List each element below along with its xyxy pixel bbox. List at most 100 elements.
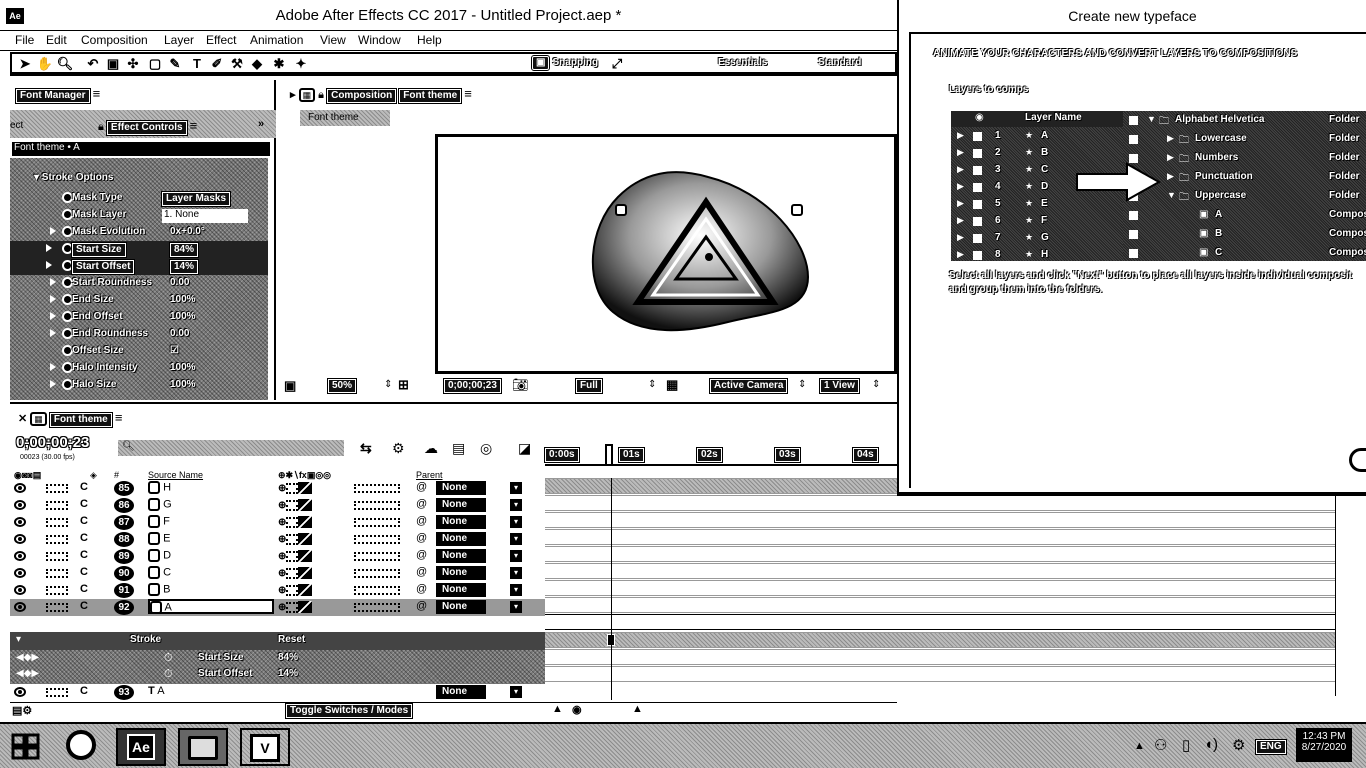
menu-view[interactable]: View (320, 33, 346, 47)
label-color-icon[interactable]: C (80, 515, 88, 527)
param-value[interactable]: 100% (170, 362, 196, 373)
dropdown-icon[interactable]: ▾ (510, 533, 522, 545)
layer-row[interactable]: C 87 F ⊕ @ None ▾ (10, 514, 545, 531)
parent-select[interactable]: None (436, 685, 486, 699)
effect-group-label[interactable]: ▾ Stroke Options (34, 172, 113, 183)
param-value[interactable]: 100% (170, 311, 196, 322)
snapshot-icon[interactable]: 📷︎ (512, 377, 529, 393)
tree-item[interactable]: ▼ 🗀 Alphabet Helvetica Folder (1123, 113, 1366, 130)
selection-tool-icon[interactable]: ➤ (16, 56, 34, 72)
zoom-in-icon[interactable]: ▲ (632, 703, 643, 715)
cortana-button[interactable] (56, 728, 106, 766)
transparency-grid-icon[interactable]: ▦ (666, 377, 678, 393)
solo-lock-icon[interactable] (46, 569, 68, 578)
expand-icon[interactable]: ▶ (957, 181, 964, 192)
after-effects-taskbar-button[interactable]: Ae (116, 728, 166, 766)
param-value[interactable]: 84% (168, 242, 200, 258)
layer-name[interactable]: T A (148, 685, 165, 697)
dropdown-icon[interactable]: ▾ (510, 516, 522, 528)
layer-mode-switches[interactable] (354, 484, 400, 493)
zoom-tool-icon[interactable]: 🔍︎ (56, 56, 74, 72)
expand-icon[interactable]: ▶ (957, 215, 964, 226)
tree-item[interactable]: ▣ A Compos (1123, 208, 1366, 225)
layer-switches[interactable]: ⊕ (278, 550, 324, 563)
visibility-eye-icon[interactable] (14, 551, 26, 561)
layer-mode-switches[interactable] (354, 501, 400, 510)
dropdown-icon[interactable]: ⇕ (798, 379, 806, 390)
start-offset-value[interactable]: 14% (278, 668, 298, 679)
label-color-icon[interactable]: C (80, 583, 88, 595)
parent-select[interactable]: None (436, 532, 486, 546)
toggle-switches-modes[interactable]: Toggle Switches / Modes (284, 703, 414, 719)
snapping-options-icon[interactable]: ⤢ (608, 56, 626, 72)
mask-layer-select[interactable]: 1. None (162, 209, 248, 223)
layer-switches[interactable]: ⊕ (278, 516, 324, 529)
visibility-eye-icon[interactable] (14, 602, 26, 612)
layer-switches-icon[interactable]: ▤⚙ (12, 704, 32, 717)
tree-checkbox[interactable] (1129, 230, 1138, 239)
layer-name[interactable]: A (148, 599, 274, 614)
dropdown-icon[interactable]: ▾ (510, 550, 522, 562)
panel-menu-icon[interactable]: ≡ (93, 86, 101, 101)
solo-lock-icon[interactable] (46, 518, 68, 527)
layer-switches[interactable]: ⊕ (278, 499, 324, 512)
tree-expand-icon[interactable]: ▼ (1147, 114, 1156, 124)
typeface-layer-row[interactable]: ▶ 8 ★ H (951, 248, 1123, 264)
panel-menu-icon[interactable]: ≡ (464, 86, 472, 101)
effect-controls-tab[interactable]: 🔒︎ Effect Controls ≡ (98, 118, 197, 136)
source-name-header[interactable]: Source Name (148, 470, 203, 480)
lock-icon[interactable]: 🔒︎ (98, 121, 104, 133)
layer-checkbox[interactable] (973, 132, 982, 141)
view-layout-select[interactable]: 1 View (819, 378, 860, 394)
menu-edit[interactable]: Edit (46, 33, 67, 47)
param-row[interactable]: Mask Evolution 0x+0.0° (10, 224, 268, 241)
parent-select[interactable]: None (436, 498, 486, 512)
parent-select[interactable]: None (436, 481, 486, 495)
timeline-tracks[interactable] (545, 478, 1335, 700)
layer-mode-switches[interactable] (354, 535, 400, 544)
time-ruler[interactable]: 0:00s 01s 02s 03s 04s (544, 444, 897, 466)
solo-lock-icon[interactable] (46, 501, 68, 510)
layer-search-input[interactable]: 🔍︎ (118, 440, 344, 456)
layer-name[interactable]: D (148, 549, 171, 562)
offset-size-checkbox[interactable]: ☑ (170, 345, 179, 356)
pickwhip-icon[interactable]: @ (416, 481, 427, 493)
visibility-eye-icon[interactable] (14, 585, 26, 595)
layer-row[interactable]: C 86 G ⊕ @ None ▾ (10, 497, 545, 514)
camera-select[interactable]: Active Camera (708, 378, 789, 394)
zoom-slider-icon[interactable]: ◉ (572, 703, 582, 716)
label-color-icon[interactable]: C (80, 549, 88, 561)
visibility-eye-icon[interactable] (14, 483, 26, 493)
panel-menu-icon[interactable]: ≡ (115, 410, 123, 425)
layer-name[interactable]: F (148, 515, 170, 528)
keyframe-nav-icon[interactable]: ◀◆▶ (16, 652, 39, 663)
param-value[interactable]: 0x+0.0° (170, 226, 205, 237)
param-row[interactable]: End Size 100% (10, 292, 268, 309)
roto-brush-tool-icon[interactable]: ✱ (270, 56, 288, 72)
param-row[interactable]: Halo Intensity 100% (10, 360, 268, 377)
expand-icon[interactable]: ▶ (957, 198, 964, 209)
playhead[interactable] (605, 444, 613, 466)
layer-checkbox[interactable] (973, 166, 982, 175)
param-value[interactable]: 14% (168, 259, 200, 275)
composition-viewer[interactable] (435, 134, 897, 374)
param-value[interactable]: 100% (170, 379, 196, 390)
layer-mode-switches[interactable] (354, 586, 400, 595)
pickwhip-icon[interactable]: @ (416, 600, 427, 612)
param-row[interactable]: Halo Size 100% (10, 377, 268, 394)
tree-expand-icon[interactable]: ▶ (1167, 152, 1174, 163)
motion-blur-icon[interactable]: ◎ (480, 440, 492, 457)
typeface-layer-row[interactable]: ▶ 1 ★ A (951, 129, 1123, 145)
dropdown-icon[interactable]: ▾ (510, 482, 522, 494)
parent-select[interactable]: None (436, 566, 486, 580)
keyframe-nav-icon[interactable]: ◀◆▶ (16, 668, 39, 679)
param-row[interactable]: End Offset 100% (10, 309, 268, 326)
expand-icon[interactable]: ▶ (957, 164, 964, 175)
solo-lock-icon[interactable] (46, 552, 68, 561)
volume-icon[interactable]: ◖) (1204, 736, 1218, 753)
layer-checkbox[interactable] (973, 234, 982, 243)
layer-switches[interactable]: ⊕ (278, 533, 324, 546)
region-toggle-icon[interactable]: ▣ (284, 378, 296, 394)
type-tool-icon[interactable]: T (188, 56, 206, 72)
camera-tool-icon[interactable]: ▣ (104, 56, 122, 72)
